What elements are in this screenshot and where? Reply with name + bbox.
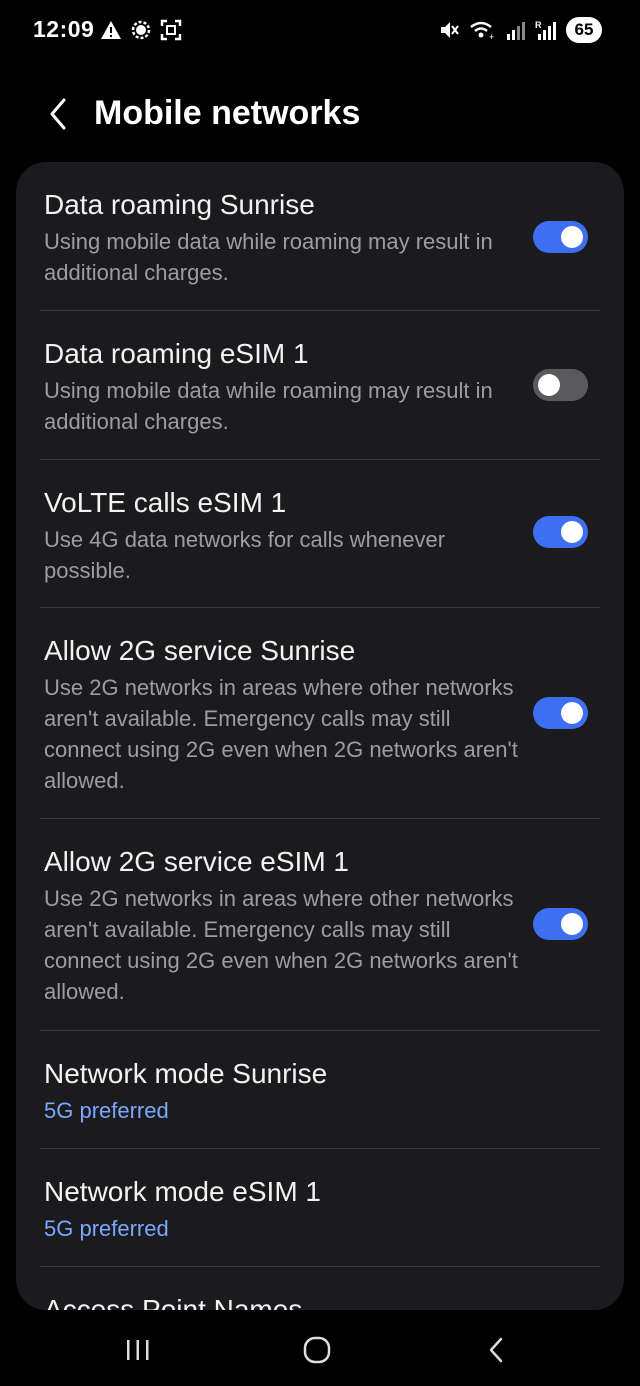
setting-description: Use 2G networks in areas where other net… — [44, 886, 518, 1004]
setting-access-point-names[interactable]: Access Point Names — [16, 1267, 624, 1310]
setting-title: Data roaming Sunrise — [44, 189, 315, 220]
back-nav-icon — [489, 1337, 503, 1363]
status-icons-left — [100, 19, 182, 41]
wifi-calling-icon: + — [470, 21, 494, 41]
setting-volte-esim1[interactable]: VoLTE calls eSIM 1 Use 4G data networks … — [16, 460, 624, 608]
svg-text:R: R — [535, 20, 542, 30]
setting-title: Allow 2G service eSIM 1 — [44, 846, 349, 877]
setting-network-mode-esim1[interactable]: Network mode eSIM 1 5G preferred — [16, 1149, 624, 1267]
toggle-knob — [561, 521, 583, 543]
setting-description: Use 4G data networks for calls whenever … — [44, 527, 446, 583]
header: Mobile networks — [0, 80, 640, 150]
warning-icon — [101, 21, 121, 39]
status-time: 12:09 — [33, 16, 95, 42]
setting-title: Network mode eSIM 1 — [44, 1176, 321, 1207]
data-roaming-sunrise-toggle[interactable] — [533, 221, 588, 253]
setting-title: Access Point Names — [44, 1294, 303, 1310]
setting-description: Using mobile data while roaming may resu… — [44, 378, 493, 434]
home-icon — [303, 1336, 331, 1364]
svg-text:+: + — [489, 32, 494, 41]
toggle-knob — [561, 702, 583, 724]
toggle-knob — [561, 226, 583, 248]
back-button[interactable] — [36, 92, 80, 136]
recent-apps-button[interactable] — [108, 1328, 168, 1372]
back-nav-button[interactable] — [466, 1328, 526, 1372]
settings-card: Data roaming Sunrise Using mobile data w… — [16, 162, 624, 1310]
toggle-knob — [538, 374, 560, 396]
setting-data-roaming-esim1[interactable]: Data roaming eSIM 1 Using mobile data wh… — [16, 311, 624, 460]
setting-data-roaming-sunrise[interactable]: Data roaming Sunrise Using mobile data w… — [16, 162, 624, 311]
status-bar: 12:09 + R 65 — [0, 0, 640, 62]
setting-network-mode-sunrise[interactable]: Network mode Sunrise 5G preferred — [16, 1031, 624, 1149]
setting-title: Network mode Sunrise — [44, 1058, 328, 1089]
chevron-left-icon — [50, 98, 66, 130]
volte-esim1-toggle[interactable] — [533, 516, 588, 548]
battery-indicator: 65 — [566, 17, 602, 43]
mute-icon — [441, 22, 459, 38]
roaming-signal-icon: R — [535, 20, 556, 40]
allow-2g-sunrise-toggle[interactable] — [533, 697, 588, 729]
page-title: Mobile networks — [94, 94, 361, 132]
data-roaming-esim1-toggle[interactable] — [533, 369, 588, 401]
setting-allow-2g-esim1[interactable]: Allow 2G service eSIM 1 Use 2G networks … — [16, 819, 624, 1031]
setting-value: 5G preferred — [44, 1216, 169, 1241]
setting-description: Using mobile data while roaming may resu… — [44, 229, 493, 285]
setting-title: Data roaming eSIM 1 — [44, 338, 309, 369]
allow-2g-esim1-toggle[interactable] — [533, 908, 588, 940]
status-icons-right: + R 65 — [438, 17, 602, 43]
screenshot-icon — [160, 19, 182, 41]
setting-allow-2g-sunrise[interactable]: Allow 2G service Sunrise Use 2G networks… — [16, 608, 624, 819]
toggle-knob — [561, 913, 583, 935]
setting-title: Allow 2G service Sunrise — [44, 635, 356, 666]
setting-description: Use 2G networks in areas where other net… — [44, 675, 518, 793]
recent-apps-icon — [127, 1340, 149, 1360]
navigation-bar — [0, 1310, 640, 1386]
setting-title: VoLTE calls eSIM 1 — [44, 487, 287, 518]
signal-app-icon — [131, 20, 151, 40]
signal-bars-icon — [507, 22, 525, 40]
home-button[interactable] — [287, 1328, 347, 1372]
setting-value: 5G preferred — [44, 1098, 169, 1123]
